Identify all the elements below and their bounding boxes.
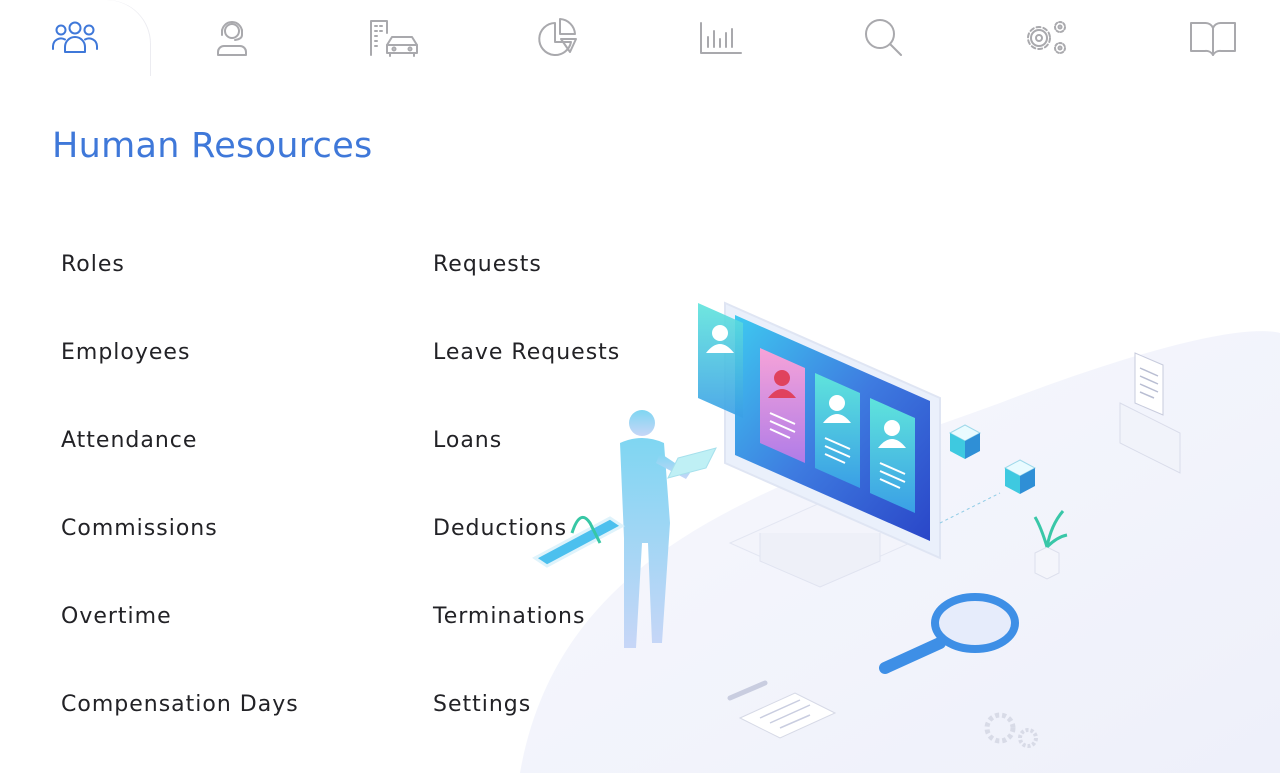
bar-chart-icon bbox=[700, 22, 742, 54]
headset-agent-icon bbox=[217, 21, 247, 56]
building-car-icon bbox=[370, 20, 418, 57]
tab-assets[interactable] bbox=[320, 0, 470, 76]
pie-chart-icon bbox=[538, 18, 577, 56]
menu-item-roles[interactable]: Roles bbox=[61, 252, 125, 277]
book-icon bbox=[1190, 22, 1236, 56]
search-icon bbox=[865, 19, 902, 56]
tab-finance[interactable] bbox=[483, 0, 633, 76]
tab-search[interactable] bbox=[809, 0, 959, 76]
tab-settings[interactable] bbox=[972, 0, 1122, 76]
people-icon bbox=[52, 21, 98, 53]
tab-human-resources[interactable] bbox=[0, 0, 150, 76]
module-tab-bar bbox=[0, 0, 1280, 76]
menu-item-requests[interactable]: Requests bbox=[433, 252, 542, 277]
page-title: Human Resources bbox=[52, 126, 373, 166]
gears-icon bbox=[1027, 21, 1066, 54]
menu-item-overtime[interactable]: Overtime bbox=[61, 604, 172, 629]
menu-item-commissions[interactable]: Commissions bbox=[61, 516, 218, 541]
menu-item-employees[interactable]: Employees bbox=[61, 340, 190, 365]
menu-item-attendance[interactable]: Attendance bbox=[61, 428, 197, 453]
tab-docs[interactable] bbox=[1138, 0, 1280, 76]
menu-item-compensation-days[interactable]: Compensation Days bbox=[61, 692, 299, 717]
tab-support[interactable] bbox=[157, 0, 307, 76]
tab-reports[interactable] bbox=[646, 0, 796, 76]
hr-illustration bbox=[520, 301, 1280, 773]
